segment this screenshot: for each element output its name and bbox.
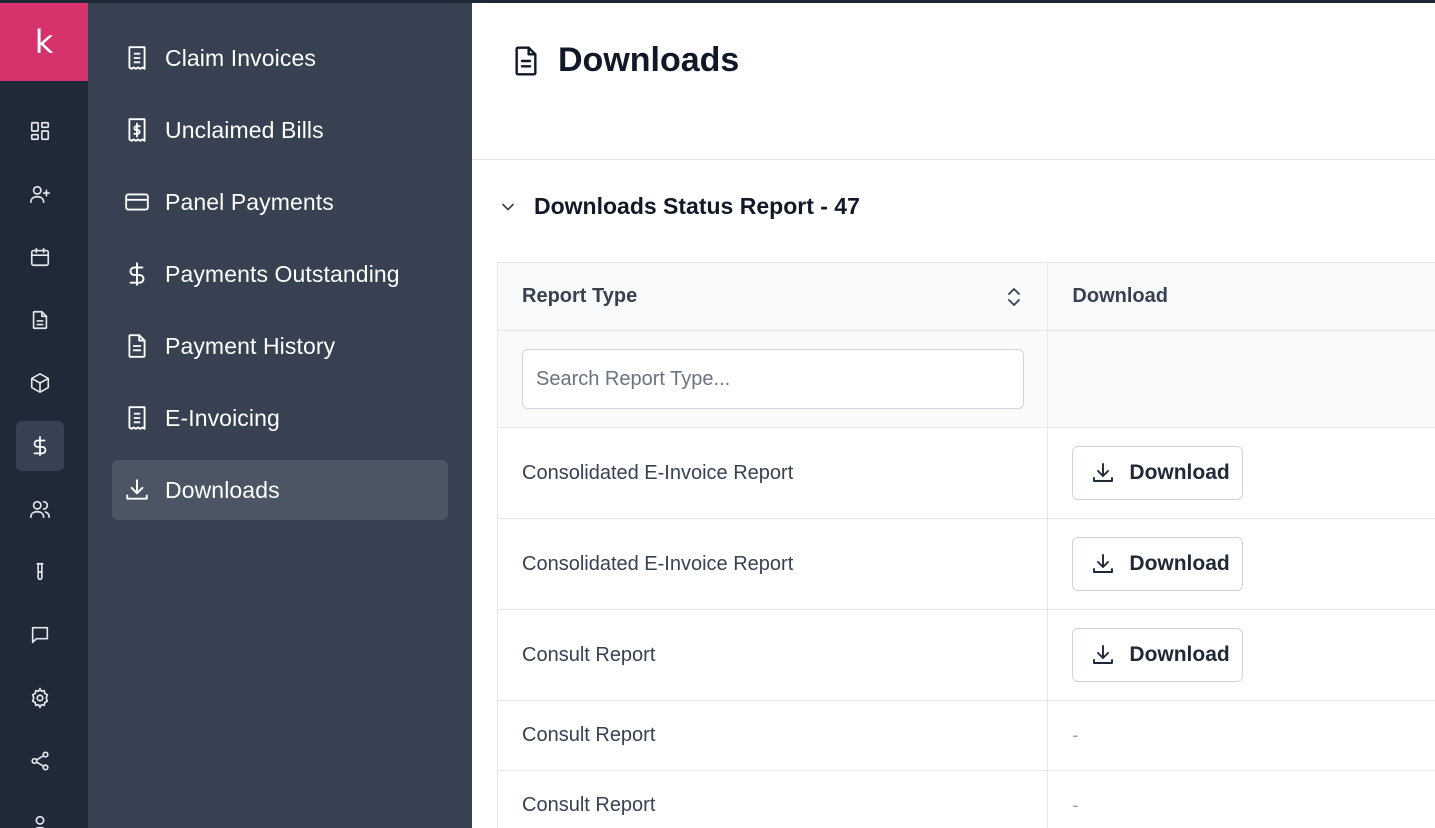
- document-icon: [128, 334, 146, 358]
- main-content: Downloads Downloads Status Report - 47 R…: [472, 3, 1435, 828]
- download-icon: [1093, 645, 1114, 664]
- search-report-type-input[interactable]: [522, 349, 1024, 409]
- chevron-down-icon: [502, 203, 514, 210]
- report-type-cell: Consolidated E-Invoice Report: [498, 519, 1049, 609]
- sidebar-item-panel-payments[interactable]: Panel Payments: [112, 172, 448, 232]
- column-header-report-type[interactable]: Report Type: [498, 263, 1049, 330]
- download-icon: [126, 479, 148, 500]
- receipt-dollar-icon: [128, 118, 146, 142]
- report-type-cell: Consult Report: [498, 610, 1049, 700]
- rail-dashboard-icon[interactable]: [16, 106, 64, 156]
- download-unavailable: -: [1072, 725, 1079, 745]
- page-title-group: Downloads: [510, 41, 739, 80]
- rail-inventory-icon[interactable]: [16, 358, 64, 408]
- table-row: Consolidated E-Invoice Report Download: [498, 428, 1435, 519]
- download-button[interactable]: Download: [1072, 628, 1244, 682]
- sidebar-item-label: Panel Payments: [165, 188, 334, 215]
- receipt-icon: [128, 406, 146, 430]
- rail-billing-icon[interactable]: [16, 421, 64, 471]
- sidebar-item-downloads[interactable]: Downloads: [112, 460, 448, 520]
- download-cell: Download: [1048, 610, 1435, 700]
- sidebar-item-label: E-Invoicing: [165, 404, 280, 431]
- report-type-cell: Consult Report: [498, 701, 1049, 770]
- sidebar-item-label: Payments Outstanding: [165, 260, 400, 287]
- table-row: Consult Report -: [498, 701, 1435, 771]
- download-button[interactable]: Download: [1072, 537, 1244, 591]
- filter-cell-empty: [1048, 331, 1435, 427]
- download-button-label: Download: [1129, 643, 1230, 666]
- credit-card-icon: [125, 193, 149, 211]
- page-title: Downloads: [558, 41, 740, 79]
- sidebar-item-label: Unclaimed Bills: [165, 116, 324, 143]
- filter-cell: [498, 331, 1049, 427]
- document-icon: [515, 45, 537, 76]
- rail-calendar-icon[interactable]: [16, 232, 64, 282]
- section-toggle[interactable]: Downloads Status Report - 47: [498, 193, 860, 220]
- rail-share-icon[interactable]: [16, 736, 64, 786]
- logo-letter: k: [34, 23, 54, 61]
- sidebar-item-payment-history[interactable]: Payment History: [112, 316, 448, 376]
- download-cell: Download: [1048, 428, 1435, 518]
- download-icon: [1093, 554, 1114, 573]
- download-cell: Download: [1048, 519, 1435, 609]
- rail-document-icon[interactable]: [16, 295, 64, 345]
- app-logo[interactable]: k: [0, 3, 88, 81]
- table-row: Consolidated E-Invoice Report Download: [498, 519, 1435, 610]
- rail-profile-icon[interactable]: [16, 799, 64, 828]
- dollar-icon: [129, 262, 145, 286]
- sidebar-item-unclaimed-bills[interactable]: Unclaimed Bills: [112, 100, 448, 160]
- sidebar-item-payments-outstanding[interactable]: Payments Outstanding: [112, 244, 448, 304]
- download-icon: [1093, 463, 1114, 482]
- icon-rail: k: [0, 3, 88, 828]
- downloads-table: Report Type Download Consolidated E-Invo…: [497, 262, 1435, 828]
- download-button[interactable]: Download: [1072, 446, 1244, 500]
- table-row: Consult Report Download: [498, 610, 1435, 701]
- billing-sidebar: Claim Invoices Unclaimed Bills Panel Pay…: [88, 3, 472, 828]
- column-header-download: Download: [1048, 263, 1435, 330]
- download-unavailable: -: [1072, 795, 1079, 815]
- sidebar-item-label: Claim Invoices: [165, 44, 316, 71]
- rail-test-tube-icon[interactable]: [16, 547, 64, 597]
- sort-icon[interactable]: [1005, 285, 1023, 309]
- download-cell: -: [1048, 771, 1435, 828]
- rail-patients-icon[interactable]: [16, 484, 64, 534]
- rail-add-user-icon[interactable]: [16, 169, 64, 219]
- sidebar-item-claim-invoices[interactable]: Claim Invoices: [112, 28, 448, 88]
- report-type-cell: Consult Report: [498, 771, 1049, 828]
- sidebar-item-label: Downloads: [165, 476, 280, 503]
- page-header: Downloads: [472, 3, 1435, 160]
- receipt-icon: [128, 46, 146, 70]
- rail-messages-icon[interactable]: [16, 610, 64, 660]
- download-button-label: Download: [1129, 552, 1230, 575]
- sidebar-item-e-invoicing[interactable]: E-Invoicing: [112, 388, 448, 448]
- column-header-label: Download: [1072, 285, 1168, 307]
- report-type-cell: Consolidated E-Invoice Report: [498, 428, 1049, 518]
- download-cell: -: [1048, 701, 1435, 770]
- table-row: Consult Report -: [498, 771, 1435, 828]
- section-title: Downloads Status Report - 47: [534, 193, 860, 219]
- download-button-label: Download: [1129, 461, 1230, 484]
- rail-settings-icon[interactable]: [16, 673, 64, 723]
- table-filter-row: [498, 331, 1435, 428]
- window-top-border: [0, 0, 1435, 3]
- table-header-row: Report Type Download: [498, 263, 1435, 331]
- sidebar-item-label: Payment History: [165, 332, 336, 359]
- column-header-label: Report Type: [522, 285, 638, 307]
